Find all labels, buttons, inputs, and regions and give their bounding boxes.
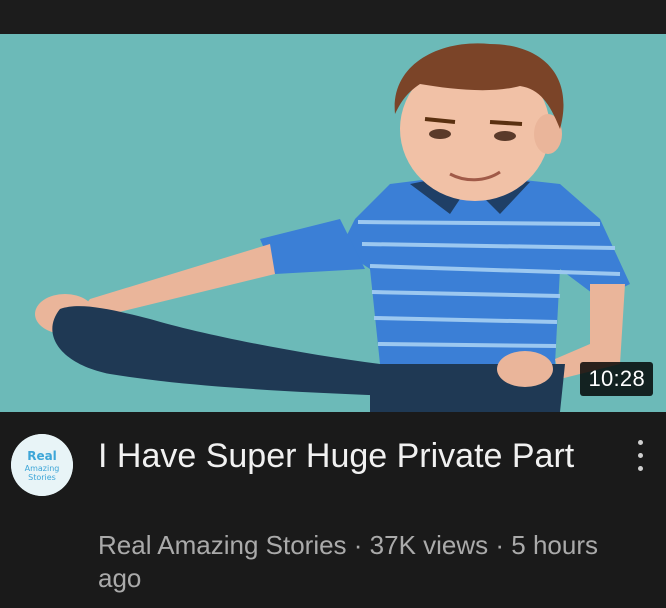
separator: · bbox=[488, 530, 512, 560]
more-vert-icon[interactable] bbox=[626, 436, 654, 476]
menu-dot bbox=[638, 466, 643, 471]
menu-dot bbox=[638, 453, 643, 458]
video-title[interactable]: I Have Super Huge Private Part bbox=[98, 436, 598, 476]
menu-dot bbox=[638, 440, 643, 445]
separator: · bbox=[346, 530, 370, 560]
video-card: 10:28 Real Amazing Stories I Have Super … bbox=[0, 0, 666, 608]
svg-text:Amazing: Amazing bbox=[25, 464, 60, 473]
video-thumbnail[interactable]: 10:28 bbox=[0, 34, 666, 412]
top-bar bbox=[0, 0, 666, 34]
view-count: 37K views bbox=[369, 530, 489, 560]
duration-badge: 10:28 bbox=[580, 362, 653, 396]
thumbnail-illustration bbox=[0, 34, 666, 412]
svg-text:Stories: Stories bbox=[28, 473, 56, 482]
video-subtitle: Real Amazing Stories · 37K views · 5 hou… bbox=[98, 529, 598, 595]
channel-name[interactable]: Real Amazing Stories bbox=[98, 530, 347, 560]
video-meta: Real Amazing Stories I Have Super Huge P… bbox=[0, 412, 666, 608]
channel-logo-icon: Real Amazing Stories bbox=[11, 434, 73, 496]
svg-text:Real: Real bbox=[27, 449, 57, 463]
channel-avatar[interactable]: Real Amazing Stories bbox=[11, 434, 73, 496]
